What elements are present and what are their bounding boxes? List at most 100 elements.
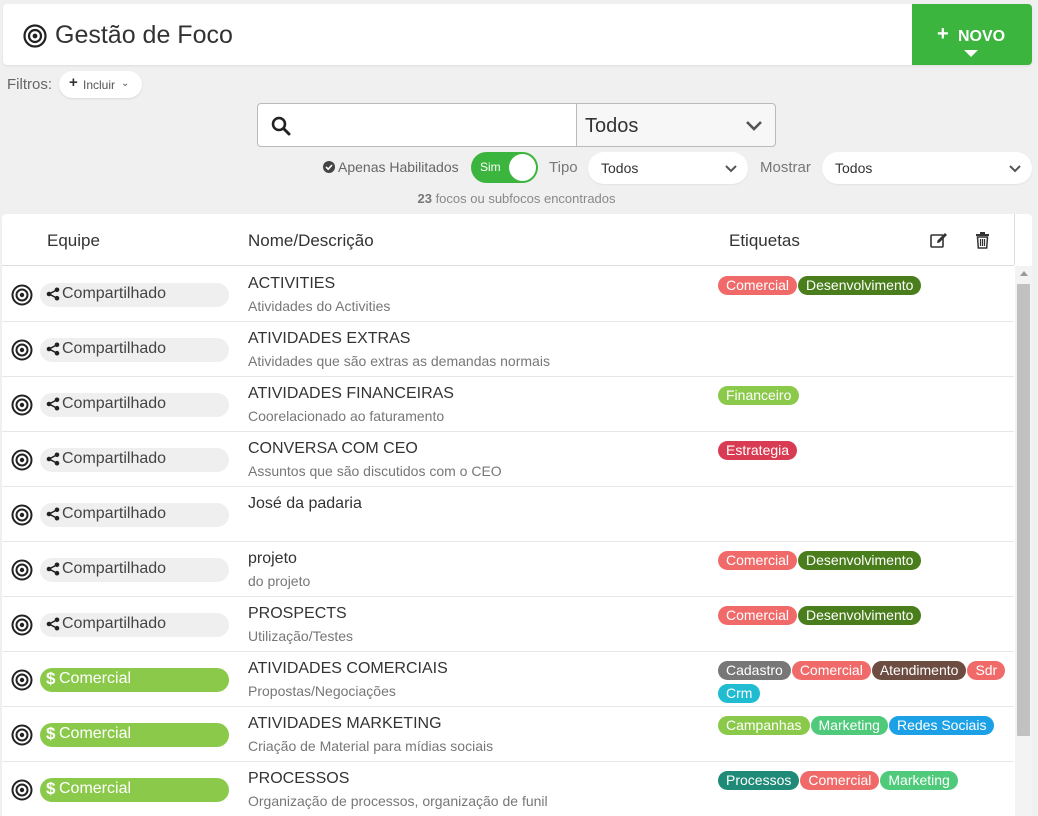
focus-name[interactable]: projeto: [248, 550, 297, 568]
table-row[interactable]: $ Comercial PROCESSOS Organização de proces…: [2, 762, 1014, 816]
scrollbar[interactable]: [1015, 266, 1032, 816]
tag-badge: Marketing: [880, 771, 958, 790]
trash-icon[interactable]: [975, 232, 990, 249]
tag-list: Financeiro: [718, 386, 1008, 409]
column-header-team[interactable]: Equipe: [47, 231, 100, 251]
team-badge: Compartilhado: [40, 613, 229, 637]
table-row[interactable]: Compartilhado ATIVIDADES FINANCEIRAS Coore…: [2, 377, 1014, 432]
column-header-name[interactable]: Nome/Descrição: [248, 231, 374, 251]
search-scope-select[interactable]: Todos: [576, 103, 776, 147]
tipo-select[interactable]: Todos: [588, 152, 748, 184]
focus-name[interactable]: PROSPECTS: [248, 605, 347, 623]
tag-badge: Comercial: [718, 606, 798, 625]
table-row[interactable]: Compartilhado ACTIVITIES Atividades do Act…: [2, 267, 1014, 322]
target-icon: [11, 504, 33, 531]
table-row[interactable]: $ Comercial ATIVIDADES COMERCIAIS Propostas…: [2, 652, 1014, 707]
table-row[interactable]: Compartilhado ATIVIDADES EXTRAS Atividades…: [2, 322, 1014, 377]
focus-name[interactable]: PROCESSOS: [248, 770, 349, 788]
focus-name[interactable]: ACTIVITIES: [248, 275, 335, 293]
team-name: Comercial: [59, 780, 132, 797]
dollar-icon: $: [46, 724, 56, 743]
table-row[interactable]: Compartilhado PROSPECTS Utilização/Testes C…: [2, 597, 1014, 652]
focus-name[interactable]: ATIVIDADES COMERCIAIS: [248, 660, 448, 678]
tag-badge: Comercial: [718, 276, 798, 295]
plus-icon: +: [937, 23, 949, 45]
tag-badge: Sdr: [967, 661, 1006, 680]
team-badge: Compartilhado: [40, 558, 229, 582]
tag-badge: Desenvolvimento: [798, 551, 922, 570]
search-input[interactable]: [302, 112, 567, 138]
caret-down-icon: [964, 50, 978, 57]
chevron-down-icon: [1009, 165, 1021, 173]
column-header-tags[interactable]: Etiquetas: [729, 231, 800, 251]
include-filter-button[interactable]: + Incluir ⌄: [59, 71, 142, 98]
new-button[interactable]: + NOVO: [912, 4, 1032, 65]
team-badge: $ Comercial: [40, 723, 229, 747]
team-name: Compartilhado: [62, 340, 167, 357]
team-name: Comercial: [59, 670, 132, 687]
table-row[interactable]: Compartilhado projeto do projeto Comercial D…: [2, 542, 1014, 597]
tag-list: Comercial Desenvolvimento: [718, 276, 1008, 299]
tag-badge: Marketing: [810, 716, 888, 735]
tag-list: Comercial Desenvolvimento: [718, 551, 1008, 574]
mostrar-value: Todos: [835, 160, 873, 176]
tag-list: Comercial Desenvolvimento: [718, 606, 1008, 629]
tag-badge: Redes Sociais: [888, 716, 995, 735]
tag-badge: Cadastro: [718, 661, 791, 680]
table-row[interactable]: $ Comercial ATIVIDADES MARKETING Criação de…: [2, 707, 1014, 762]
scrollbar-thumb[interactable]: [1017, 284, 1030, 736]
tag-badge: Comercial: [718, 551, 798, 570]
focus-description: do projeto: [248, 573, 311, 589]
share-icon: [46, 452, 60, 471]
share-icon: [46, 507, 60, 526]
results-count-number: 23: [417, 191, 432, 206]
search-scope-value: Todos: [585, 115, 639, 137]
mostrar-select[interactable]: Todos: [822, 152, 1032, 184]
focus-name[interactable]: ATIVIDADES FINANCEIRAS: [248, 385, 454, 403]
only-enabled-toggle[interactable]: Sim: [471, 152, 538, 183]
focus-description: Assuntos que são discutidos com o CEO: [248, 463, 502, 479]
tag-badge: Comercial: [791, 661, 871, 680]
dollar-icon: $: [46, 779, 56, 798]
chevron-down-icon: [725, 165, 737, 173]
focus-name[interactable]: CONVERSA COM CEO: [248, 440, 418, 458]
target-icon: [11, 724, 33, 751]
focus-description: Atividades do Activities: [248, 298, 391, 314]
search-box: [257, 103, 577, 147]
focus-name[interactable]: ATIVIDADES EXTRAS: [248, 330, 410, 348]
team-badge: Compartilhado: [40, 393, 229, 417]
focus-name[interactable]: José da padaria: [248, 495, 362, 513]
dollar-icon: $: [46, 669, 56, 688]
focus-table: Equipe Nome/Descrição Etiquetas Comparti…: [2, 214, 1032, 816]
target-icon: [11, 284, 33, 311]
only-enabled-label: Apenas Habilitados: [323, 159, 459, 175]
team-name: Compartilhado: [62, 395, 167, 412]
chevron-down-icon: [746, 121, 762, 131]
scroll-up-arrow[interactable]: [1020, 271, 1028, 276]
tag-badge: Atendimento: [871, 661, 967, 680]
results-count: 23 focos ou subfocos encontrados: [0, 191, 1033, 206]
focus-name[interactable]: ATIVIDADES MARKETING: [248, 715, 442, 733]
search-icon: [271, 116, 291, 136]
team-badge: Compartilhado: [40, 448, 229, 472]
target-icon: [11, 559, 33, 586]
tag-badge: Processos: [718, 771, 800, 790]
edit-icon[interactable]: [930, 232, 949, 249]
focus-description: Propostas/Negociações: [248, 683, 396, 699]
plus-icon: +: [69, 74, 78, 91]
new-button-label: NOVO: [958, 28, 1006, 45]
filters-label: Filtros:: [7, 76, 52, 93]
team-badge: $ Comercial: [40, 668, 229, 692]
team-badge: Compartilhado: [40, 283, 229, 307]
table-row[interactable]: Compartilhado José da padaria: [2, 487, 1014, 542]
share-icon: [46, 562, 60, 581]
page-header: Gestão de Foco + NOVO: [3, 4, 1032, 65]
tag-list: Campanhas Marketing Redes Sociais: [718, 716, 1008, 739]
table-row[interactable]: Compartilhado CONVERSA COM CEO Assuntos qu…: [2, 432, 1014, 487]
team-name: Compartilhado: [62, 450, 167, 467]
tag-list: Processos Comercial Marketing: [718, 771, 1008, 794]
include-filter-label: Incluir: [83, 78, 116, 92]
tag-list: Cadastro Comercial Atendimento Sdr Crm: [718, 661, 1008, 707]
team-badge: $ Comercial: [40, 778, 229, 802]
tag-badge: Desenvolvimento: [798, 606, 922, 625]
